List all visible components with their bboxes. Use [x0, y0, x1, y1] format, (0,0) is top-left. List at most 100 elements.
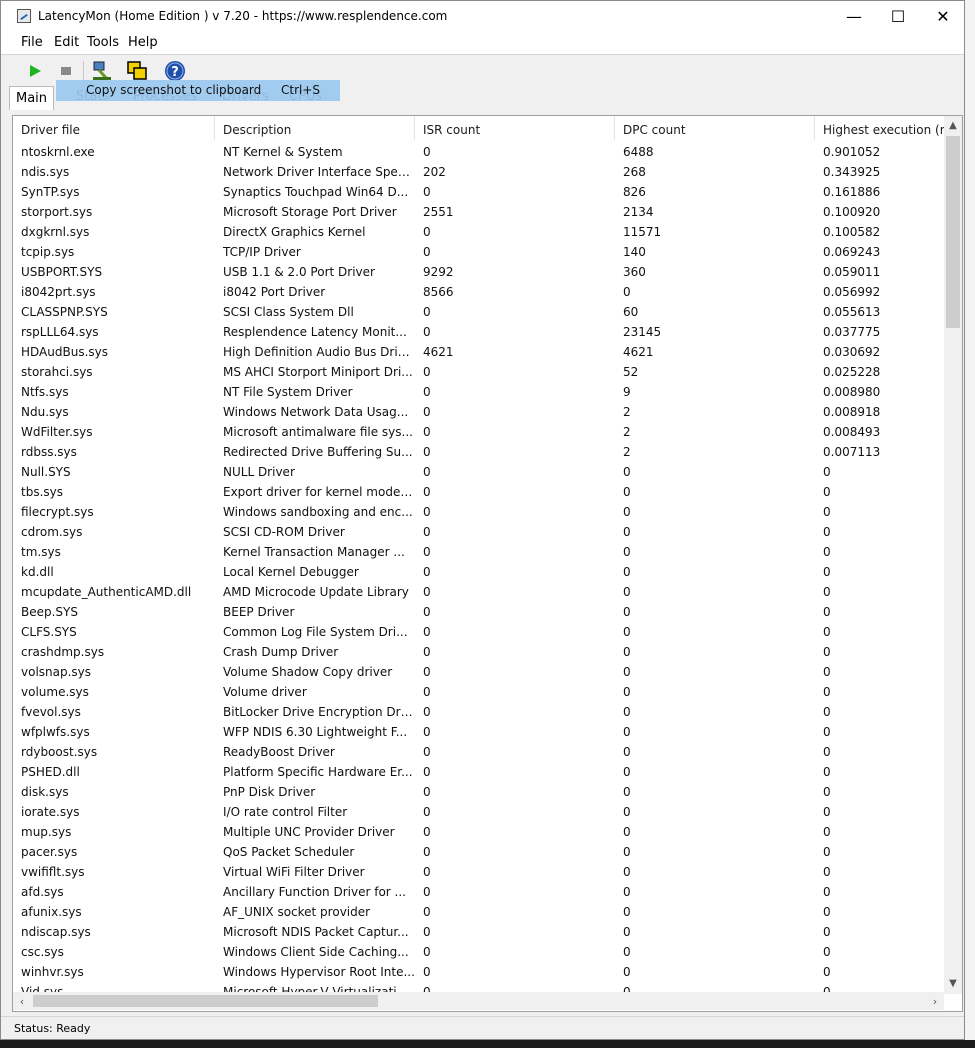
cell-dpc-count: 0 [623, 725, 631, 739]
vertical-scrollbar[interactable]: ▲ ▼ [944, 116, 962, 994]
window-title: LatencyMon (Home Edition ) v 7.20 - http… [38, 9, 448, 23]
table-row[interactable]: fvevol.sys BitLocker Drive Encryption Dri… [13, 702, 944, 722]
scroll-left-icon[interactable]: ‹ [13, 992, 31, 1010]
cell-dpc-count: 23145 [623, 325, 662, 339]
cell-description: Microsoft NDIS Packet Captur... [223, 925, 409, 939]
cell-highest-execution: 0 [823, 625, 831, 639]
table-row[interactable]: iorate.sys I/O rate control Filter 0 0 0 [13, 802, 944, 822]
table-row[interactable]: mcupdate_AuthenticAMD.dll AMD Microcode U… [13, 582, 944, 602]
table-row[interactable]: wfplwfs.sys WFP NDIS 6.30 Lightweight F..… [13, 722, 944, 742]
close-button[interactable]: ✕ [920, 1, 964, 32]
table-row[interactable]: HDAudBus.sys High Definition Audio Bus Dr… [13, 342, 944, 362]
cell-isr-count: 9292 [423, 265, 454, 279]
table-row[interactable]: PSHED.dll Platform Specific Hardware Er..… [13, 762, 944, 782]
cell-isr-count: 0 [423, 365, 431, 379]
cell-isr-count: 202 [423, 165, 446, 179]
tab-main[interactable]: Main [9, 86, 55, 110]
status-bar: Status: Ready [1, 1016, 964, 1039]
menu-tools[interactable]: Tools [87, 35, 119, 50]
table-row[interactable]: ntoskrnl.exe NT Kernel & System 0 6488 0.901… [13, 142, 944, 162]
column-header-highest-execution[interactable]: Highest execution (ms) [815, 116, 944, 140]
horizontal-scrollbar[interactable]: ‹ › [13, 992, 944, 1010]
table-row[interactable]: Ndu.sys Windows Network Data Usag... 0 2 0.0… [13, 402, 944, 422]
cell-dpc-count: 0 [623, 745, 631, 759]
cell-highest-execution: 0 [823, 605, 831, 619]
cell-isr-count: 0 [423, 845, 431, 859]
cell-dpc-count: 0 [623, 705, 631, 719]
title-bar[interactable]: LatencyMon (Home Edition ) v 7.20 - http… [1, 1, 964, 32]
table-row[interactable]: rdbss.sys Redirected Drive Buffering Su..… [13, 442, 944, 462]
cell-driver-file: afunix.sys [21, 905, 82, 919]
table-row[interactable]: storahci.sys MS AHCI Storport Miniport Dr… [13, 362, 944, 382]
cell-description: Windows Hypervisor Root Inte... [223, 965, 415, 979]
table-row[interactable]: tcpip.sys TCP/IP Driver 0 140 0.069243 [13, 242, 944, 262]
cell-isr-count: 0 [423, 385, 431, 399]
cell-description: Virtual WiFi Filter Driver [223, 865, 365, 879]
table-row[interactable]: rdyboost.sys ReadyBoost Driver 0 0 0 [13, 742, 944, 762]
horizontal-scroll-thumb[interactable] [33, 995, 378, 1007]
table-row[interactable]: SynTP.sys Synaptics Touchpad Win64 D... 0 8… [13, 182, 944, 202]
cell-driver-file: volume.sys [21, 685, 89, 699]
table-row[interactable]: csc.sys Windows Client Side Caching... 0 0 0 [13, 942, 944, 962]
table-row[interactable]: afd.sys Ancillary Function Driver for ...… [13, 882, 944, 902]
table-row[interactable]: ndiscap.sys Microsoft NDIS Packet Captur.… [13, 922, 944, 942]
cell-dpc-count: 0 [623, 525, 631, 539]
table-row[interactable]: tbs.sys Export driver for kernel mode ...… [13, 482, 944, 502]
table-row[interactable]: CLFS.SYS Common Log File System Dri... 0 0 0 [13, 622, 944, 642]
cell-dpc-count: 0 [623, 485, 631, 499]
table-row[interactable]: Vid.sys Microsoft Hyper-V Virtualizati...… [13, 982, 944, 992]
table-row[interactable]: volume.sys Volume driver 0 0 0 [13, 682, 944, 702]
vertical-scroll-thumb[interactable] [946, 136, 960, 328]
table-row[interactable]: ndis.sys Network Driver Interface Speci..… [13, 162, 944, 182]
table-row[interactable]: CLASSPNP.SYS SCSI Class System Dll 0 60 0.05… [13, 302, 944, 322]
cell-isr-count: 0 [423, 885, 431, 899]
cell-isr-count: 0 [423, 805, 431, 819]
table-row[interactable]: mup.sys Multiple UNC Provider Driver 0 0 0 [13, 822, 944, 842]
table-row[interactable]: tm.sys Kernel Transaction Manager ... 0 0 0 [13, 542, 944, 562]
table-row[interactable]: WdFilter.sys Microsoft antimalware file s… [13, 422, 944, 442]
table-row[interactable]: vwififlt.sys Virtual WiFi Filter Driver 0 0… [13, 862, 944, 882]
table-row[interactable]: pacer.sys QoS Packet Scheduler 0 0 0 [13, 842, 944, 862]
column-header-isr-count[interactable]: ISR count [415, 116, 615, 140]
table-row[interactable]: filecrypt.sys Windows sandboxing and enc.… [13, 502, 944, 522]
cell-dpc-count: 0 [623, 625, 631, 639]
table-row[interactable]: winhvr.sys Windows Hypervisor Root Inte..… [13, 962, 944, 982]
table-row[interactable]: i8042prt.sys i8042 Port Driver 8566 0 0.0569… [13, 282, 944, 302]
cell-highest-execution: 0 [823, 465, 831, 479]
menu-edit[interactable]: Edit [54, 35, 79, 50]
table-row[interactable]: USBPORT.SYS USB 1.1 & 2.0 Port Driver 9292… [13, 262, 944, 282]
column-header-dpc-count[interactable]: DPC count [615, 116, 815, 140]
column-header-description[interactable]: Description [215, 116, 415, 140]
table-row[interactable]: crashdmp.sys Crash Dump Driver 0 0 0 [13, 642, 944, 662]
column-header-driver-file[interactable]: Driver file [13, 116, 215, 140]
tooltip-shortcut: Ctrl+S [281, 83, 321, 97]
table-row[interactable]: kd.dll Local Kernel Debugger 0 0 0 [13, 562, 944, 582]
table-row[interactable]: cdrom.sys SCSI CD-ROM Driver 0 0 0 [13, 522, 944, 542]
cell-driver-file: tm.sys [21, 545, 61, 559]
menu-help[interactable]: Help [128, 35, 158, 50]
play-icon[interactable] [23, 59, 47, 83]
cell-highest-execution: 0 [823, 545, 831, 559]
table-row[interactable]: disk.sys PnP Disk Driver 0 0 0 [13, 782, 944, 802]
table-row[interactable]: afunix.sys AF_UNIX socket provider 0 0 0 [13, 902, 944, 922]
table-row[interactable]: dxgkrnl.sys DirectX Graphics Kernel 0 11571… [13, 222, 944, 242]
menu-file[interactable]: File [21, 35, 43, 50]
cell-description: Multiple UNC Provider Driver [223, 825, 395, 839]
table-row[interactable]: Null.SYS NULL Driver 0 0 0 [13, 462, 944, 482]
table-row[interactable]: storport.sys Microsoft Storage Port Drive… [13, 202, 944, 222]
table-row[interactable]: Beep.SYS BEEP Driver 0 0 0 [13, 602, 944, 622]
table-body: ntoskrnl.exe NT Kernel & System 0 6488 0.901… [13, 142, 944, 992]
table-row[interactable]: volsnap.sys Volume Shadow Copy driver 0 0 0 [13, 662, 944, 682]
minimize-button[interactable]: — [831, 1, 877, 32]
cell-driver-file: WdFilter.sys [21, 425, 93, 439]
table-row[interactable]: rspLLL64.sys Resplendence Latency Monit..… [13, 322, 944, 342]
cell-dpc-count: 0 [623, 785, 631, 799]
maximize-button[interactable]: ☐ [875, 1, 921, 32]
cell-isr-count: 2551 [423, 205, 454, 219]
cell-dpc-count: 0 [623, 865, 631, 879]
scroll-right-icon[interactable]: › [926, 992, 944, 1010]
table-row[interactable]: Ntfs.sys NT File System Driver 0 9 0.008980 [13, 382, 944, 402]
scroll-up-icon[interactable]: ▲ [944, 116, 962, 134]
cell-highest-execution: 0.025228 [823, 365, 881, 379]
scroll-down-icon[interactable]: ▼ [944, 974, 962, 992]
